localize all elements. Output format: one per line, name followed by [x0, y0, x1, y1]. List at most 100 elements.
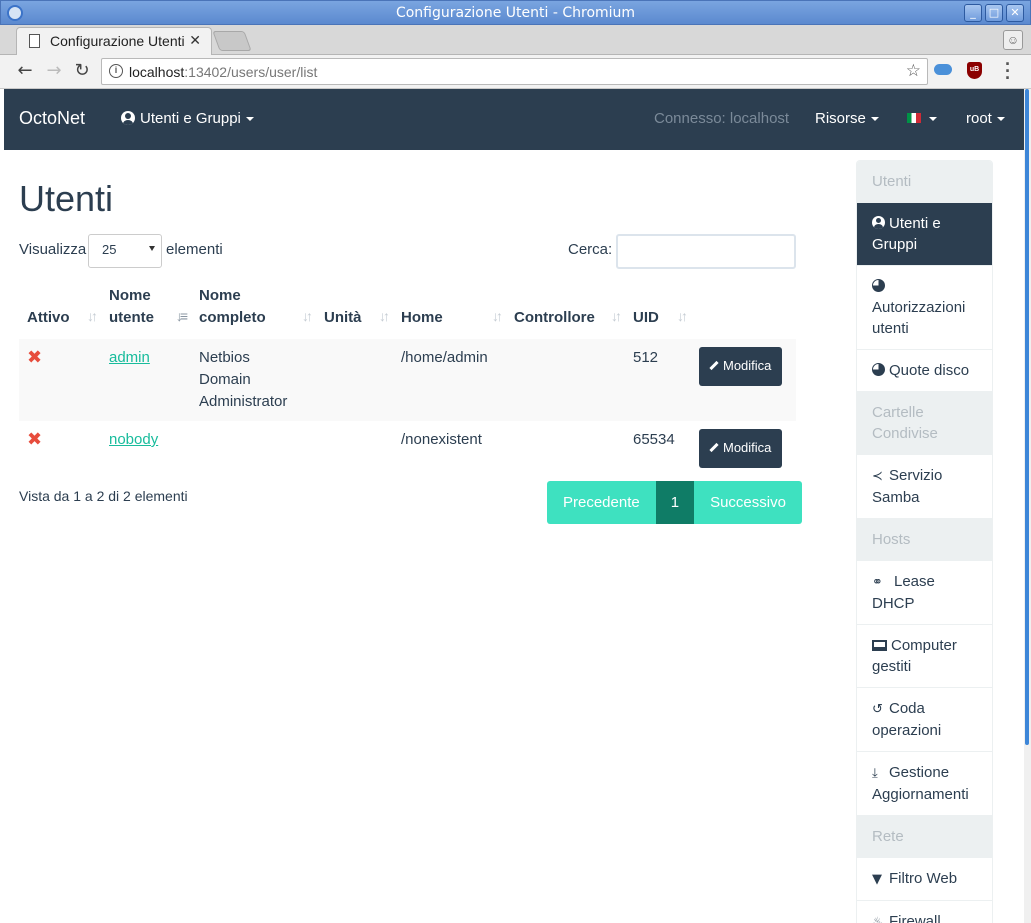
bookmark-star-icon[interactable]: ☆ [906, 61, 921, 81]
sidebar-item-disk-quota[interactable]: Quote disco [857, 350, 992, 392]
forward-icon[interactable]: → [43, 60, 65, 82]
edit-button[interactable]: Modifica [699, 429, 783, 468]
edit-button[interactable]: Modifica [699, 347, 783, 386]
cloud-extension-icon[interactable] [934, 64, 952, 75]
sidebar-item-task-queue[interactable]: ↺ Coda operazioni [857, 688, 992, 752]
history-icon: ↺ [872, 702, 883, 717]
brand-logo[interactable]: OctoNet [19, 108, 85, 129]
sort-icon: ↓↑ [492, 308, 503, 324]
user-circle-icon [121, 111, 135, 125]
tab-close-icon[interactable]: ✕ [189, 32, 201, 49]
prev-page-button[interactable]: Precedente [547, 481, 656, 524]
table-row: ✖ nobody /nonexistent 65534 Modifica [19, 421, 796, 476]
users-groups-menu[interactable]: Utenti e Gruppi [121, 110, 254, 127]
filter-icon: ▼ [872, 872, 882, 887]
pie-chart-icon [872, 363, 885, 376]
resources-menu[interactable]: Risorse [815, 110, 879, 127]
col-drive[interactable]: Unità ↓↑ [316, 285, 393, 339]
maximize-button[interactable]: □ [985, 4, 1003, 22]
col-uid[interactable]: UID ↓↑ [625, 285, 691, 339]
col-actions [691, 285, 796, 339]
pencil-icon [709, 360, 719, 371]
sidebar-item-users-groups[interactable]: Utenti e Gruppi [857, 203, 992, 266]
col-controller[interactable]: Controllore ↓↑ [506, 285, 625, 339]
sidebar-header-network: Rete [857, 816, 992, 858]
browser-menu-icon[interactable]: · · · [1004, 55, 1012, 87]
search-input[interactable] [616, 234, 796, 269]
page-scrollbar[interactable] [1024, 89, 1031, 923]
pencil-icon [709, 442, 719, 453]
home-cell: /home/admin [393, 339, 506, 421]
page-length-select[interactable]: 25 [88, 234, 162, 268]
browser-tab[interactable]: Configurazione Utenti ✕ [16, 27, 212, 55]
sort-icon: ↓↑ [677, 308, 688, 324]
sidebar-item-updates[interactable]: ⤓ Gestione Aggiornamenti [857, 752, 992, 816]
back-icon[interactable]: ← [14, 60, 36, 82]
ublock-extension-icon[interactable]: uB [967, 62, 982, 79]
language-menu[interactable] [907, 110, 937, 127]
close-window-button[interactable]: ✕ [1006, 4, 1024, 22]
table-info: Vista da 1 a 2 di 2 elementi [19, 488, 188, 504]
connection-status: Connesso: localhost [654, 110, 790, 127]
sort-icon: ↓↑ [611, 308, 622, 324]
tab-title: Configurazione Utenti [50, 33, 185, 49]
col-active[interactable]: Attivo ↓↑ [19, 285, 101, 339]
col-home[interactable]: Home ↓↑ [393, 285, 506, 339]
monitor-icon [872, 640, 887, 651]
url-text[interactable]: localhost:13402/users/user/list [129, 64, 317, 80]
sidebar-item-firewall[interactable]: ♨ Firewall [857, 901, 992, 923]
page-title: Utenti [19, 178, 114, 219]
table-row: ✖ admin Netbios Domain Administrator /home… [19, 339, 796, 421]
username-link[interactable]: admin [109, 349, 150, 366]
fire-icon: ♨ [872, 915, 884, 923]
show-label: Visualizza [19, 241, 87, 258]
uid-cell: 512 [625, 339, 691, 421]
col-fullname[interactable]: Nome completo ↓↑ [191, 285, 316, 339]
col-username[interactable]: Nome utente ↓≡ [101, 285, 191, 339]
minimize-button[interactable]: _ [964, 4, 982, 22]
sidebar-item-dhcp-lease[interactable]: ⚭ Lease DHCP [857, 561, 992, 625]
window-title: Configurazione Utenti - Chromium [395, 5, 636, 21]
drive-cell [316, 421, 393, 476]
sort-icon: ↓↑ [87, 308, 98, 324]
download-icon: ⤓ [872, 766, 878, 781]
uid-cell: 65534 [633, 431, 675, 448]
browser-toolbar: ← → ↻ i localhost:13402/users/user/list … [0, 55, 1031, 89]
sidebar-header-hosts: Hosts [857, 519, 992, 561]
search-label: Cerca: [568, 241, 613, 258]
sidebar-header-users: Utenti [857, 161, 992, 203]
reload-icon[interactable]: ↻ [71, 60, 93, 82]
username-link[interactable]: nobody [109, 431, 158, 448]
sidebar-item-user-permissions[interactable]: Autorizzazioni utenti [857, 266, 992, 350]
chevron-down-icon [149, 246, 155, 251]
pagination: Precedente 1 Successivo [547, 481, 802, 524]
page-1-button[interactable]: 1 [655, 481, 695, 524]
sidebar: Utenti Utenti e Gruppi Autorizzazioni ut… [856, 160, 993, 923]
inactive-x-icon: ✖ [27, 347, 43, 368]
app-navbar: OctoNet Utenti e Gruppi Connesso: localh… [4, 89, 1024, 150]
new-tab-button[interactable] [212, 31, 252, 51]
sidebar-item-samba[interactable]: ≺ Servizio Samba [857, 455, 992, 519]
pie-chart-icon [872, 279, 885, 292]
controller-cell [506, 421, 625, 476]
next-page-button[interactable]: Successivo [694, 481, 802, 524]
sort-icon: ↓↑ [379, 308, 390, 324]
profile-icon[interactable]: ☺ [1003, 30, 1023, 50]
controller-cell [506, 339, 625, 421]
sidebar-item-web-filter[interactable]: ▼ Filtro Web [857, 858, 992, 901]
drive-cell [316, 339, 393, 421]
sort-icon: ↓↑ [302, 308, 313, 324]
page-icon [29, 34, 40, 48]
inactive-x-icon: ✖ [27, 429, 43, 450]
sidebar-header-shared-folders: Cartelle Condivise [857, 392, 992, 455]
user-menu[interactable]: root [966, 110, 1005, 127]
sidebar-item-managed-computers[interactable]: Computer gestiti [857, 625, 992, 688]
handshake-icon: ⚭ [872, 575, 883, 590]
users-table: Attivo ↓↑ Nome utente ↓≡ Nome completo ↓↑ Uni… [19, 285, 796, 476]
window-titlebar: Configurazione Utenti - Chromium _ □ ✕ [0, 0, 1031, 25]
tab-strip: Configurazione Utenti ✕ ☺ [0, 25, 1031, 55]
home-cell: /nonexistent [401, 431, 482, 448]
info-icon[interactable]: i [109, 64, 123, 78]
address-bar[interactable]: i localhost:13402/users/user/list ☆ [101, 58, 928, 85]
elements-label: elementi [166, 241, 223, 258]
